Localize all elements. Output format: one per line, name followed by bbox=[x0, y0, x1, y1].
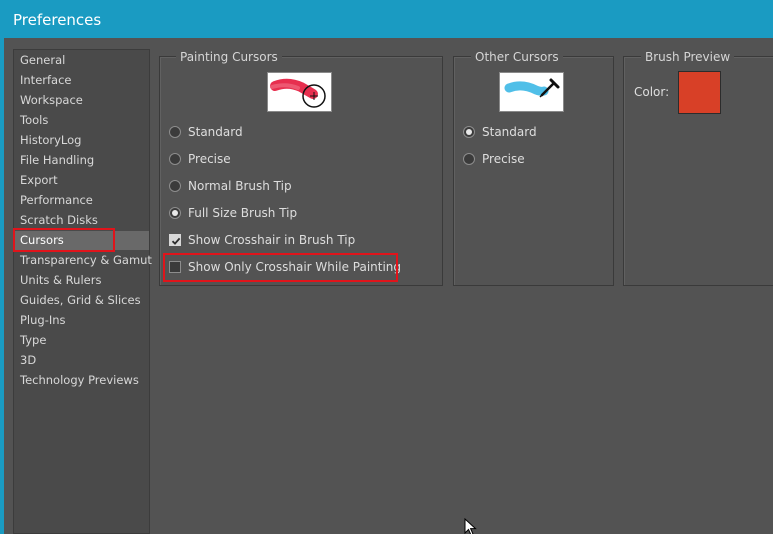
color-label: Color: bbox=[634, 85, 670, 99]
painting-full-size-brush-tip-radio[interactable] bbox=[169, 207, 181, 219]
sidebar-item-file-handling[interactable]: File Handling bbox=[14, 151, 149, 170]
other-cursor-preview-icon bbox=[499, 72, 564, 112]
painting-precise-label: Precise bbox=[188, 152, 231, 166]
painting-standard-radio[interactable] bbox=[169, 126, 181, 138]
other-standard-radio[interactable] bbox=[463, 126, 475, 138]
painting-standard-label: Standard bbox=[188, 125, 243, 139]
other-cursors-title: Other Cursors bbox=[471, 50, 563, 64]
brush-color-swatch[interactable] bbox=[678, 71, 721, 114]
mouse-pointer-icon bbox=[464, 518, 477, 534]
sidebar-item-interface[interactable]: Interface bbox=[14, 71, 149, 90]
sidebar-item-transparency-gamut[interactable]: Transparency & Gamut bbox=[14, 251, 152, 270]
sidebar-item-guides-grid-slices[interactable]: Guides, Grid & Slices bbox=[14, 291, 149, 310]
other-precise-radio[interactable] bbox=[463, 153, 475, 165]
sidebar-item-type[interactable]: Type bbox=[14, 331, 149, 350]
sidebar: General Interface Workspace Tools Histor… bbox=[13, 49, 152, 534]
cursors-highlight-box bbox=[13, 228, 115, 252]
sidebar-item-export[interactable]: Export bbox=[14, 171, 149, 190]
painting-cursors-title: Painting Cursors bbox=[176, 50, 282, 64]
show-crosshair-label: Show Crosshair in Brush Tip bbox=[188, 233, 356, 247]
sidebar-item-general[interactable]: General bbox=[14, 51, 149, 70]
painting-normal-brush-tip-radio[interactable] bbox=[169, 180, 181, 192]
painting-normal-brush-tip-label: Normal Brush Tip bbox=[188, 179, 292, 193]
sidebar-item-workspace[interactable]: Workspace bbox=[14, 91, 149, 110]
sidebar-item-3d[interactable]: 3D bbox=[14, 351, 149, 370]
painting-cursor-preview-icon bbox=[267, 72, 332, 112]
sidebar-item-performance[interactable]: Performance bbox=[14, 191, 149, 210]
title-bar: Preferences bbox=[0, 0, 773, 38]
sidebar-item-units-rulers[interactable]: Units & Rulers bbox=[14, 271, 149, 290]
other-precise-label: Precise bbox=[482, 152, 525, 166]
sidebar-item-technology-previews[interactable]: Technology Previews bbox=[14, 371, 149, 390]
show-only-crosshair-highlight-box bbox=[163, 253, 398, 282]
other-standard-label: Standard bbox=[482, 125, 537, 139]
window-frame bbox=[0, 38, 4, 534]
brush-preview-title: Brush Preview bbox=[641, 50, 735, 64]
window-title: Preferences bbox=[13, 11, 102, 29]
sidebar-item-tools[interactable]: Tools bbox=[14, 111, 149, 130]
sidebar-item-plug-ins[interactable]: Plug-Ins bbox=[14, 311, 149, 330]
painting-full-size-brush-tip-label: Full Size Brush Tip bbox=[188, 206, 298, 220]
painting-precise-radio[interactable] bbox=[169, 153, 181, 165]
sidebar-item-history-log[interactable]: HistoryLog bbox=[14, 131, 149, 150]
checkmark-icon bbox=[171, 237, 181, 245]
show-crosshair-checkbox[interactable] bbox=[169, 234, 181, 246]
